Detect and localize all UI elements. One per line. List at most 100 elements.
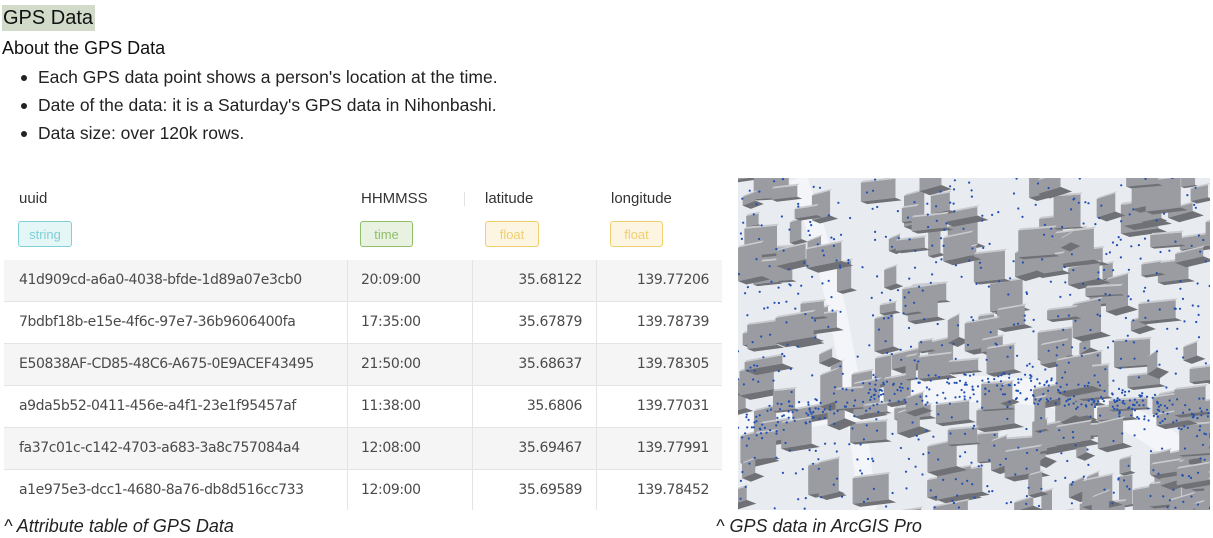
cell-time: 12:08:00 [361, 440, 421, 456]
map-building [850, 419, 892, 445]
gps-point [1190, 495, 1193, 498]
gps-point [1186, 194, 1189, 197]
gps-point [845, 388, 848, 391]
gps-point [1130, 245, 1133, 248]
gps-point [1158, 308, 1161, 311]
gps-point [965, 383, 968, 386]
gps-point [956, 494, 959, 497]
cell-uuid: a9da5b52-0411-456e-a4f1-23e1f95457af [19, 398, 296, 414]
gps-point [1080, 354, 1083, 357]
gps-point [797, 205, 800, 208]
gps-map-view[interactable] [738, 178, 1210, 510]
table-row[interactable]: 7bdbf18b-e15e-4f6c-97e7-36b9606400fa 17:… [4, 302, 722, 344]
gps-point [758, 190, 761, 193]
column-header-longitude[interactable]: longitude [611, 190, 672, 207]
gps-point [869, 398, 872, 401]
gps-point [741, 470, 744, 474]
table-row[interactable]: E50838AF-CD85-48C6-A675-0E9ACEF43495 21:… [4, 344, 722, 386]
gps-point [874, 230, 877, 233]
gps-point [968, 259, 971, 262]
gps-point [1002, 372, 1005, 375]
gps-point [1082, 475, 1085, 478]
cell-time: 20:09:00 [361, 272, 421, 288]
gps-point [946, 377, 950, 380]
gps-point [800, 284, 803, 287]
gps-point [1097, 400, 1100, 403]
gps-point [795, 409, 798, 412]
gps-point [1072, 198, 1075, 201]
gps-point [1118, 398, 1121, 401]
gps-point [1159, 403, 1162, 407]
gps-point [832, 244, 835, 247]
gps-point [958, 395, 961, 398]
gps-point [867, 457, 870, 461]
gps-point [843, 405, 846, 408]
gps-point [1025, 427, 1028, 431]
gps-point [958, 379, 962, 382]
gps-point [1064, 476, 1067, 479]
header-divider [464, 192, 465, 206]
gps-point [1128, 399, 1131, 402]
gps-point [1161, 447, 1164, 450]
gps-point [899, 446, 902, 450]
gps-point [938, 376, 941, 379]
table-row[interactable]: a1e975e3-dcc1-4680-8a76-db8d516cc733 12:… [4, 470, 722, 512]
gps-point [972, 388, 975, 391]
gps-point [806, 264, 809, 267]
cell-longitude: 139.78739 [636, 314, 710, 330]
gps-point [829, 405, 832, 408]
column-header-uuid[interactable]: uuid [19, 190, 47, 207]
gps-point [1087, 463, 1090, 466]
gps-point [739, 497, 742, 500]
gps-point [1126, 334, 1129, 337]
gps-point [746, 369, 749, 372]
gps-point [780, 215, 783, 218]
gps-point [1112, 340, 1115, 343]
gps-point [1198, 397, 1201, 400]
table-row[interactable]: 41d909cd-a6a0-4038-bfde-1d89a07e3cb0 20:… [4, 260, 722, 302]
gps-point [836, 409, 839, 413]
column-header-latitude[interactable]: latitude [485, 190, 533, 207]
column-header-hhmmss[interactable]: HHMMSS [361, 190, 428, 207]
gps-point [896, 388, 899, 392]
table-row[interactable]: fa37c01c-c142-4703-a683-3a8c757084a4 12:… [4, 428, 722, 470]
gps-point [1100, 204, 1103, 207]
gps-point [925, 386, 928, 389]
gps-point [1101, 397, 1104, 401]
gps-point [1178, 307, 1182, 310]
gps-point [904, 470, 908, 473]
gps-point [988, 459, 991, 462]
gps-point [761, 423, 764, 426]
gps-point [788, 228, 791, 231]
gps-point [1163, 417, 1167, 421]
table-row[interactable]: a9da5b52-0411-456e-a4f1-23e1f95457af 11:… [4, 386, 722, 428]
gps-point [830, 236, 833, 239]
gps-point [1155, 412, 1158, 415]
gps-point [1157, 405, 1160, 408]
gps-point [777, 301, 780, 305]
gps-point [1190, 244, 1193, 247]
type-badge-time: time [360, 221, 413, 247]
gps-point [1105, 252, 1108, 256]
gps-point [1197, 305, 1200, 308]
gps-point [1141, 399, 1144, 402]
gps-point [1097, 277, 1100, 280]
cell-uuid: 41d909cd-a6a0-4038-bfde-1d89a07e3cb0 [19, 272, 302, 288]
gps-point [1025, 291, 1028, 294]
gps-point [884, 235, 887, 238]
gps-point [1187, 475, 1191, 478]
gps-point [1025, 397, 1028, 400]
gps-point [914, 249, 917, 252]
map-building [1174, 384, 1210, 418]
gps-point [873, 388, 876, 391]
gps-point [817, 407, 820, 410]
gps-point [1149, 494, 1152, 498]
gps-point [1144, 286, 1147, 289]
gps-point [787, 400, 790, 403]
gps-point [755, 434, 758, 437]
gps-point [1089, 415, 1092, 418]
gps-point [1087, 202, 1090, 205]
gps-point [1049, 397, 1052, 400]
gps-point [822, 254, 825, 257]
gps-point [1144, 316, 1147, 319]
